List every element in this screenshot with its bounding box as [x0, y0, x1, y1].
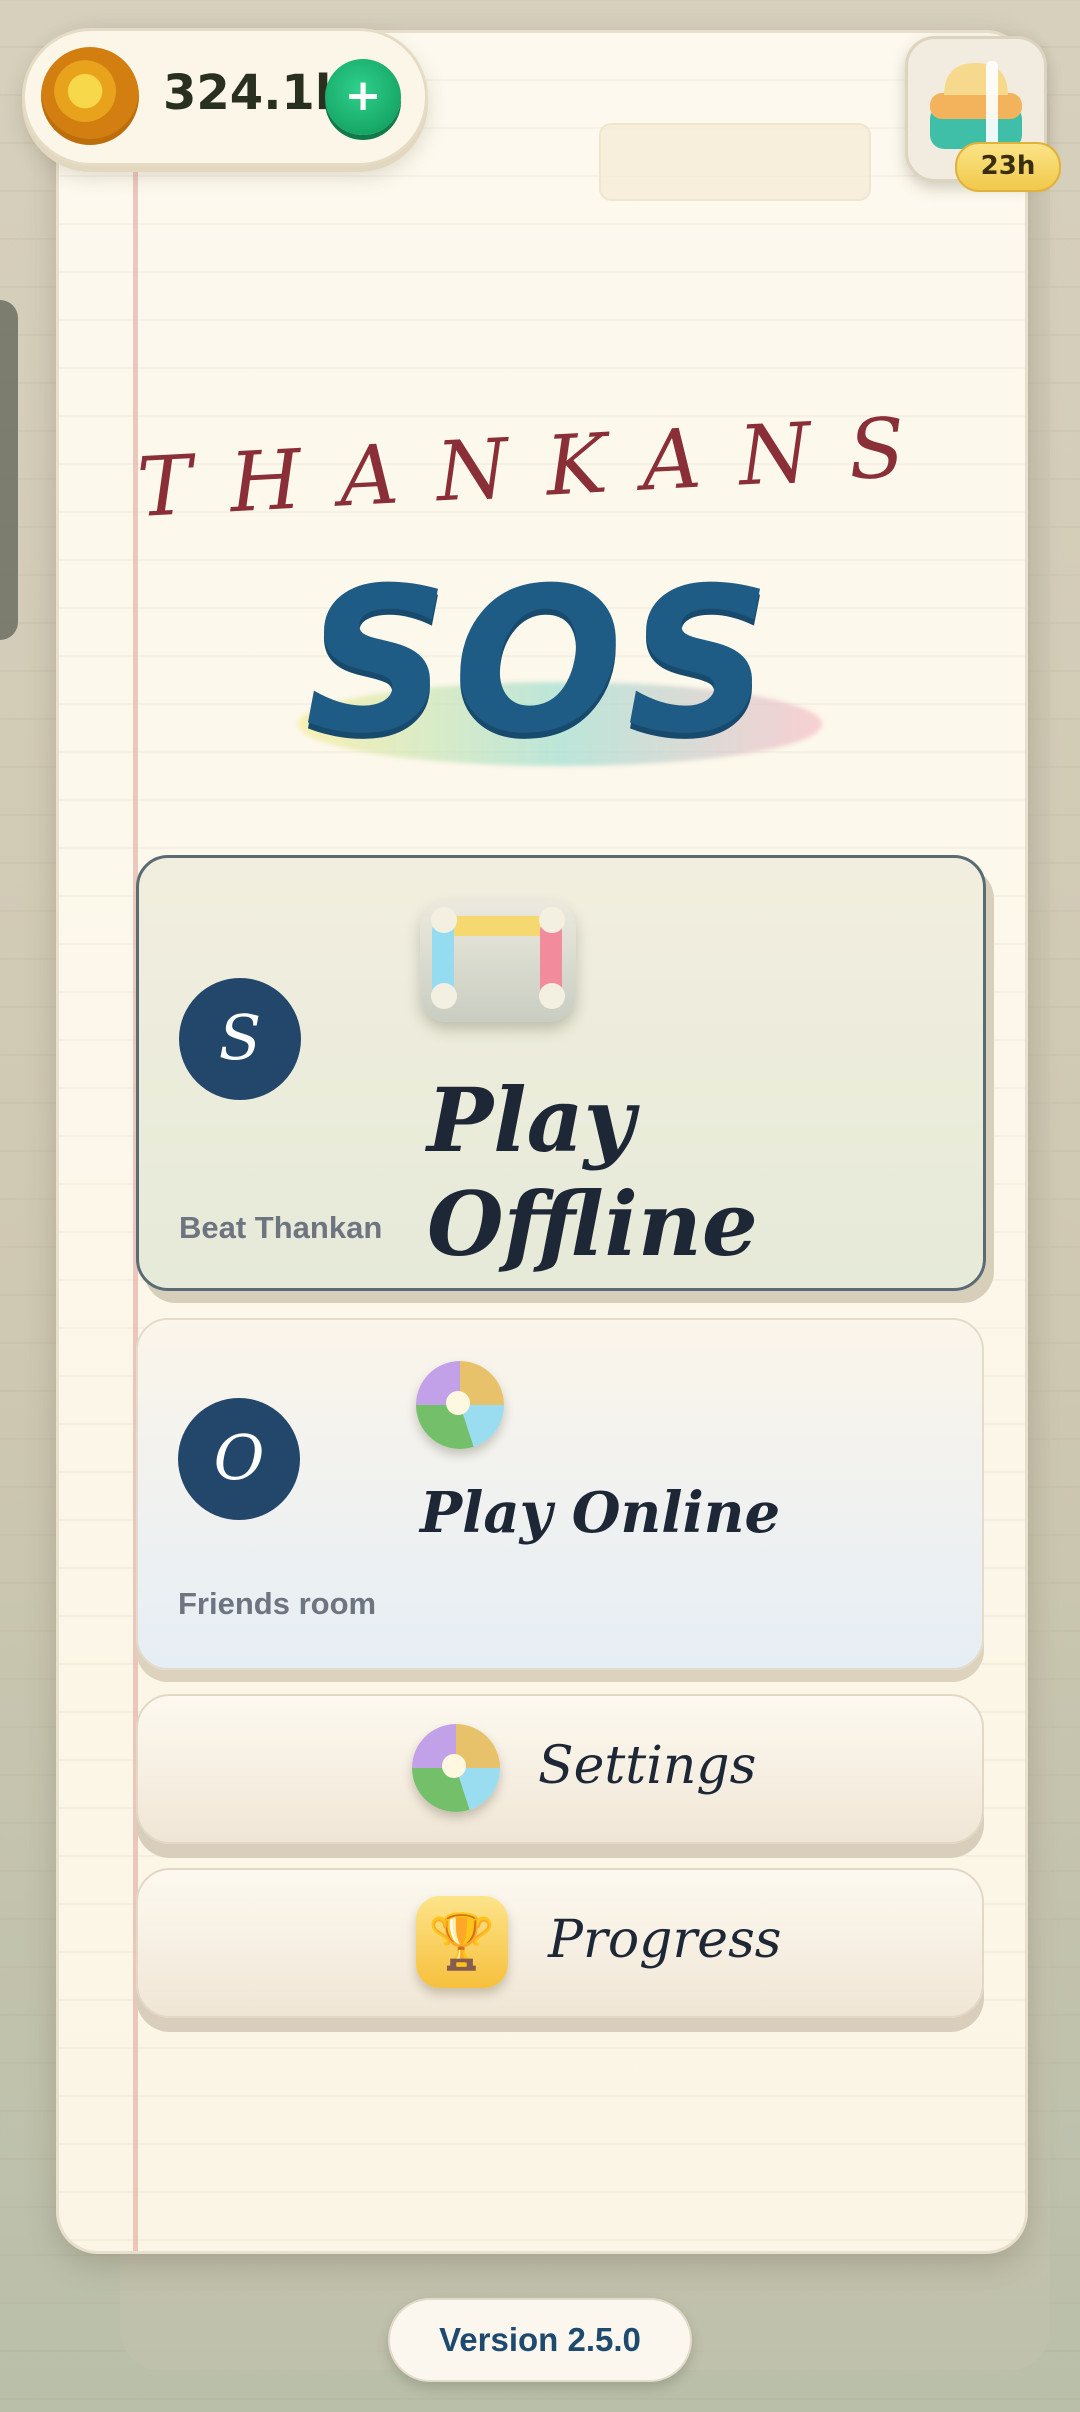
trophy-icon: 🏆: [416, 1896, 508, 1988]
settings-button[interactable]: Settings: [136, 1694, 984, 1844]
add-coins-button[interactable]: +: [325, 59, 401, 135]
gift-timer: 23h: [955, 142, 1061, 192]
version-label: Version 2.5.0: [388, 2298, 692, 2382]
online-title: Play Online: [420, 1480, 781, 1546]
online-subtitle: Friends room: [178, 1586, 377, 1621]
offline-title: Play Offline: [427, 1068, 758, 1276]
online-palette-icon: [416, 1361, 504, 1449]
offline-badge: S: [179, 978, 301, 1100]
board-icon: [420, 900, 576, 1022]
online-badge: O: [178, 1398, 300, 1520]
progress-label: Progress: [548, 1910, 782, 1970]
top-placeholder: [599, 123, 871, 201]
game-title: SOS: [304, 545, 776, 778]
play-online-button[interactable]: O Play Online Friends room: [136, 1318, 984, 1670]
offline-subtitle: Beat Thankan: [179, 1210, 383, 1245]
progress-button[interactable]: Progress: [136, 1868, 984, 2018]
palette-icon: [412, 1724, 500, 1812]
coin-icon: [41, 47, 139, 145]
settings-label: Settings: [538, 1736, 757, 1796]
coin-balance: 324.1k +: [22, 28, 428, 166]
coin-amount: 324.1k: [163, 65, 347, 121]
